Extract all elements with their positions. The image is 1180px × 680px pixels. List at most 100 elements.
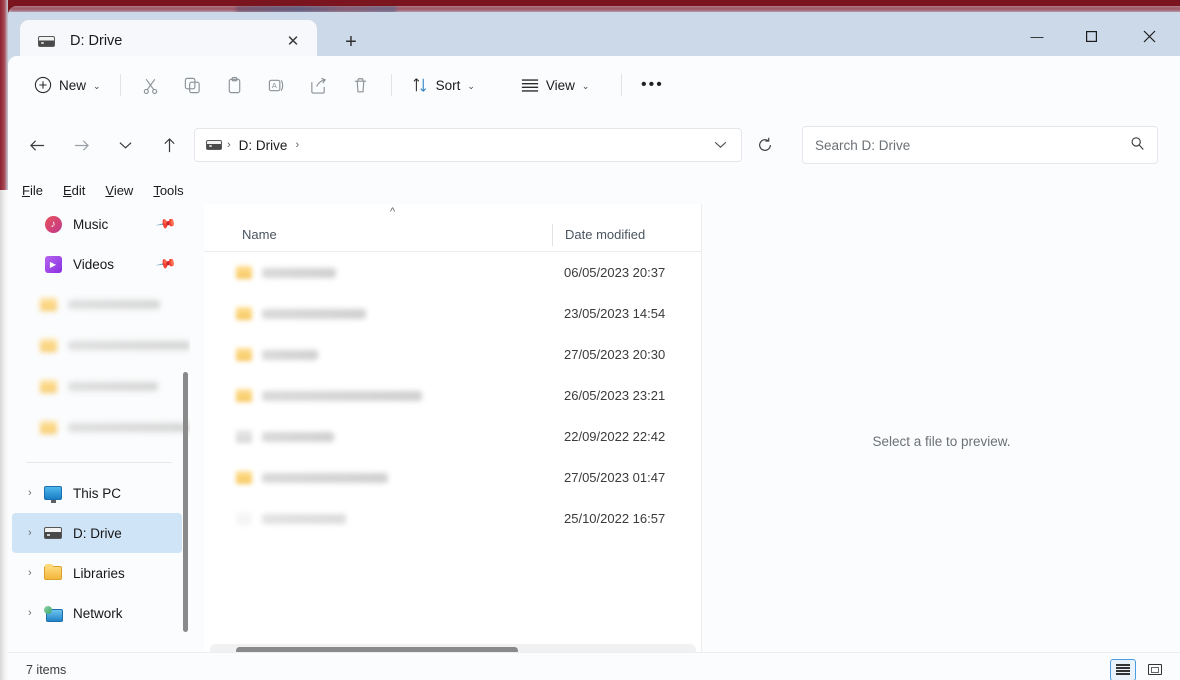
status-bar: 7 items [8,652,1180,680]
folder-icon [236,348,252,361]
sidebar-item-label: Libraries [73,566,125,581]
address-dropdown-button[interactable] [703,129,737,161]
close-window-button[interactable] [1118,12,1180,60]
chevron-down-icon: ⌄ [582,81,590,92]
back-button[interactable] [20,128,54,162]
chevron-down-icon [714,141,727,149]
file-name-cell [204,307,552,320]
details-view-icon[interactable] [1110,659,1136,680]
rename-button[interactable]: A [256,68,298,102]
minimize-button[interactable]: — [1010,12,1064,60]
toolbar-divider-3 [621,74,622,96]
pin-icon[interactable]: 📌 [155,253,177,275]
sidebar-item-blurred[interactable] [8,284,190,325]
address-bar[interactable]: › D: Drive › [194,128,742,162]
large-icons-view-icon[interactable] [1142,659,1168,680]
column-header-date-modified[interactable]: Date modified [553,227,702,242]
chevron-down-icon: ⌄ [467,81,475,92]
table-row[interactable]: 26/05/2023 23:21 [204,375,702,416]
window-controls: — [1010,12,1180,62]
arrow-right-icon [73,138,90,153]
file-name-blurred [262,350,318,360]
table-row[interactable]: 06/05/2023 20:37 [204,252,702,293]
tab-title: D: Drive [70,33,279,49]
command-bar: New ⌄ [8,56,1180,114]
search-input[interactable]: Search D: Drive [815,138,1130,153]
see-more-button[interactable]: ••• [631,68,673,102]
file-date-cell: 22/09/2022 22:42 [552,429,702,444]
folder-icon [236,471,252,484]
column-header-name[interactable]: Name [204,227,552,242]
explorer-window: D: Drive ✕ + — [8,6,1180,680]
menu-rest-file: ile [30,183,43,198]
chevron-down-icon [119,141,132,150]
window-left-edge-lower [0,190,8,680]
forward-button[interactable] [64,128,98,162]
arrow-up-icon [162,137,177,154]
view-button[interactable]: View ⌄ [511,68,600,102]
drive-icon [36,31,56,51]
table-row[interactable]: 23/05/2023 14:54 [204,293,702,334]
sidebar-item-blurred[interactable] [8,366,190,407]
table-row[interactable]: 27/05/2023 20:30 [204,334,702,375]
title-bar: D: Drive ✕ + — [8,12,1180,62]
pin-icon[interactable]: 📌 [155,213,177,235]
sidebar-item-this-pc[interactable]: › This PC [12,473,182,513]
maximize-icon [1086,31,1097,42]
sidebar-item-label-blurred [68,341,190,350]
file-rows: 06/05/2023 20:37 23/05/2023 14:54 [204,252,702,539]
menu-item-file[interactable]: File [14,180,51,201]
sidebar-item-videos[interactable]: ▶ Videos 📌 [12,244,182,284]
table-row[interactable]: 27/05/2023 01:47 [204,457,702,498]
sort-ascending-indicator: ^ [390,206,395,218]
file-name-cell [204,512,552,525]
menu-item-edit[interactable]: Edit [55,180,93,201]
toolbar-divider [120,74,121,96]
chevron-right-icon[interactable]: › [28,607,32,619]
chevron-right-icon[interactable]: › [28,567,32,579]
sidebar-item-libraries[interactable]: › Libraries [12,553,182,593]
chevron-right-icon[interactable]: › [28,527,32,539]
breadcrumb-d-drive[interactable]: D: Drive [235,138,292,153]
folder-icon [40,421,57,434]
maximize-button[interactable] [1064,12,1118,60]
breadcrumb-separator-2[interactable]: › [291,139,303,151]
sidebar-item-music[interactable]: ♪ Music 📌 [12,204,182,244]
sidebar-item-d-drive[interactable]: › D: Drive [12,513,182,553]
sidebar-item-label-blurred [68,382,158,391]
sidebar-item-blurred[interactable] [8,407,190,448]
menu-item-view[interactable]: View [97,180,141,201]
folder-icon [44,564,62,582]
table-row[interactable]: 22/09/2022 22:42 [204,416,702,457]
view-toggle-group [1110,659,1168,680]
cut-button[interactable] [130,68,172,102]
copy-button[interactable] [172,68,214,102]
content-area: ♪ Music 📌 ▶ Videos 📌 [8,204,1180,662]
menu-bar: File Edit View Tools [8,176,1180,204]
breadcrumb-separator: › [223,139,235,151]
sidebar-item-label: Videos [73,257,114,272]
navigation-bar: › D: Drive › Search D: Drive [8,114,1180,176]
new-tab-button[interactable]: + [334,28,368,56]
file-list-right-border [701,204,702,662]
sidebar-scrollbar[interactable] [183,372,188,632]
share-button[interactable] [298,68,340,102]
sidebar-item-network[interactable]: › Network [12,593,182,633]
file-icon [236,512,252,525]
new-button[interactable]: New ⌄ [24,68,111,102]
recent-locations-button[interactable] [108,128,142,162]
sort-button[interactable]: Sort ⌄ [401,68,485,102]
chevron-right-icon[interactable]: › [28,487,32,499]
sidebar-item-blurred[interactable] [8,325,190,366]
folder-icon [40,380,57,393]
table-row[interactable]: 25/10/2022 16:57 [204,498,702,539]
paste-button[interactable] [214,68,256,102]
refresh-button[interactable] [748,128,782,162]
up-button[interactable] [152,128,186,162]
delete-button[interactable] [340,68,382,102]
search-box[interactable]: Search D: Drive [802,126,1158,164]
file-name-blurred [262,514,346,524]
close-tab-icon[interactable]: ✕ [279,27,307,55]
sidebar-item-label: D: Drive [73,526,122,541]
menu-item-tools[interactable]: Tools [145,180,191,201]
